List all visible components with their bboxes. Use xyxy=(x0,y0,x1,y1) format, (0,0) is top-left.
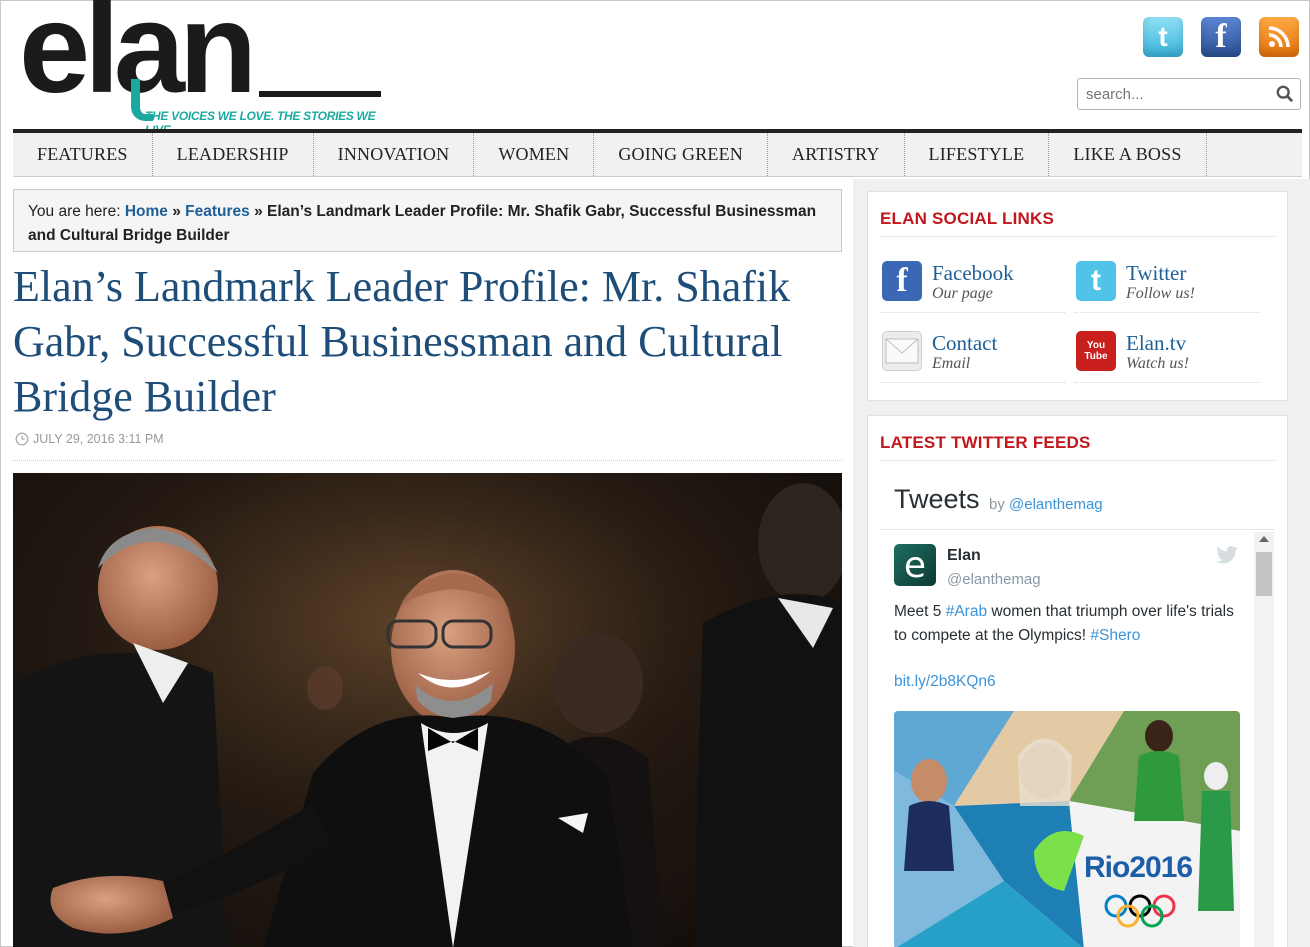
widget-title: LATEST TWITTER FEEDS xyxy=(880,433,1091,452)
twitter-icon: t xyxy=(1076,261,1116,301)
twitter-feed-widget: LATEST TWITTER FEEDS Tweets by @elanthem… xyxy=(867,415,1288,947)
social-link-sublabel: Follow us! xyxy=(1126,285,1195,302)
tweet-author-handle[interactable]: @elanthemag xyxy=(947,571,1041,588)
search-box xyxy=(1077,78,1301,110)
scrollbar-thumb[interactable] xyxy=(1256,552,1272,596)
tweet-author-name[interactable]: Elan xyxy=(947,547,981,565)
breadcrumb-separator: » xyxy=(254,203,263,220)
featured-image xyxy=(13,473,842,947)
social-link-label: Contact xyxy=(932,331,998,355)
breadcrumb-prefix: You are here: xyxy=(28,203,121,220)
tweet-media-label: Rio2016 xyxy=(1084,851,1193,884)
social-link-twitter[interactable]: t Twitter Follow us! xyxy=(1074,255,1259,313)
main-nav: FEATURES LEADERSHIP INNOVATION WOMEN GOI… xyxy=(13,129,1302,177)
social-link-label: Facebook xyxy=(932,261,1014,285)
nav-artistry[interactable]: ARTISTRY xyxy=(768,133,905,176)
tweet-link[interactable]: bit.ly/2b8KQn6 xyxy=(894,673,996,691)
divider xyxy=(880,529,1275,530)
clock-icon xyxy=(15,432,29,446)
twitter-glyph: t xyxy=(1091,264,1101,297)
avatar-letter: e xyxy=(903,544,927,586)
article-title: Elan’s Landmark Leader Profile: Mr. Shaf… xyxy=(13,262,791,421)
social-link-sublabel: Watch us! xyxy=(1126,355,1189,372)
youtube-glyph: You Tube xyxy=(1084,340,1108,362)
breadcrumb-features-link[interactable]: Features xyxy=(185,203,250,220)
social-links-widget: ELAN SOCIAL LINKS f Facebook Our page t … xyxy=(867,191,1288,401)
facebook-glyph: f xyxy=(896,262,908,299)
divider xyxy=(880,460,1275,461)
tweet-text: Meet 5 #Arab women that triumph over lif… xyxy=(894,600,1234,648)
youtube-icon: You Tube xyxy=(1076,331,1116,371)
search-icon[interactable] xyxy=(1276,85,1294,103)
social-link-label: Elan.tv xyxy=(1126,331,1187,355)
tweet-media-image[interactable]: Rio2016 xyxy=(894,711,1240,947)
search-input[interactable] xyxy=(1078,79,1258,109)
nav-lifestyle[interactable]: LIFESTYLE xyxy=(905,133,1050,176)
hashtag-link[interactable]: #Shero xyxy=(1090,627,1140,644)
site-logo[interactable]: elan THE VOICES WE LOVE. THE STORIES WE … xyxy=(19,0,389,137)
hashtag-link[interactable]: #Arab xyxy=(946,603,987,620)
twitter-bird-icon[interactable] xyxy=(1216,546,1238,564)
breadcrumb-home-link[interactable]: Home xyxy=(125,203,168,220)
avatar[interactable]: e xyxy=(894,544,936,586)
scroll-up-icon[interactable] xyxy=(1259,536,1269,542)
twitter-glyph: t xyxy=(1158,21,1168,52)
logo-underline xyxy=(259,91,381,97)
photo-illustration xyxy=(13,473,842,947)
header-social-links: t f xyxy=(1143,17,1299,57)
nav-innovation[interactable]: INNOVATION xyxy=(314,133,475,176)
rss-icon[interactable] xyxy=(1259,17,1299,57)
envelope-icon xyxy=(882,331,922,371)
nav-women[interactable]: WOMEN xyxy=(474,133,595,176)
nav-leadership[interactable]: LEADERSHIP xyxy=(153,133,314,176)
facebook-icon: f xyxy=(882,261,922,301)
social-link-elan-tv[interactable]: You Tube Elan.tv Watch us! xyxy=(1074,325,1259,383)
tweet-scrollbar[interactable] xyxy=(1254,532,1274,947)
facebook-icon[interactable]: f xyxy=(1201,17,1241,57)
social-link-contact[interactable]: Contact Email xyxy=(880,325,1065,383)
article-dateline: JULY 29, 2016 3:11 PM xyxy=(15,432,164,446)
social-link-sublabel: Email xyxy=(932,355,971,372)
divider xyxy=(13,460,842,461)
envelope-glyph xyxy=(885,338,919,364)
nav-like-a-boss[interactable]: LIKE A BOSS xyxy=(1049,133,1207,176)
breadcrumb-separator: » xyxy=(172,203,181,220)
tweets-by-label: by xyxy=(989,496,1005,513)
tweets-header: Tweets xyxy=(894,484,980,514)
tweets-by-handle-link[interactable]: @elanthemag xyxy=(1009,496,1103,513)
rss-glyph xyxy=(1268,26,1290,48)
nav-going-green[interactable]: GOING GREEN xyxy=(594,133,768,176)
social-link-label: Twitter xyxy=(1126,261,1187,285)
article-date: JULY 29, 2016 3:11 PM xyxy=(33,432,164,446)
nav-features[interactable]: FEATURES xyxy=(13,133,153,176)
widget-title: ELAN SOCIAL LINKS xyxy=(880,209,1055,228)
tweets-by: by @elanthemag xyxy=(989,496,1103,513)
divider xyxy=(880,236,1275,237)
facebook-glyph: f xyxy=(1215,18,1227,55)
twitter-icon[interactable]: t xyxy=(1143,17,1183,57)
social-link-sublabel: Our page xyxy=(932,285,993,302)
tweet-media-illustration xyxy=(894,711,1240,947)
social-link-facebook[interactable]: f Facebook Our page xyxy=(880,255,1065,313)
breadcrumb: You are here: Home » Features » Elan’s L… xyxy=(13,189,842,252)
tweet-text-part: Meet 5 xyxy=(894,603,946,620)
